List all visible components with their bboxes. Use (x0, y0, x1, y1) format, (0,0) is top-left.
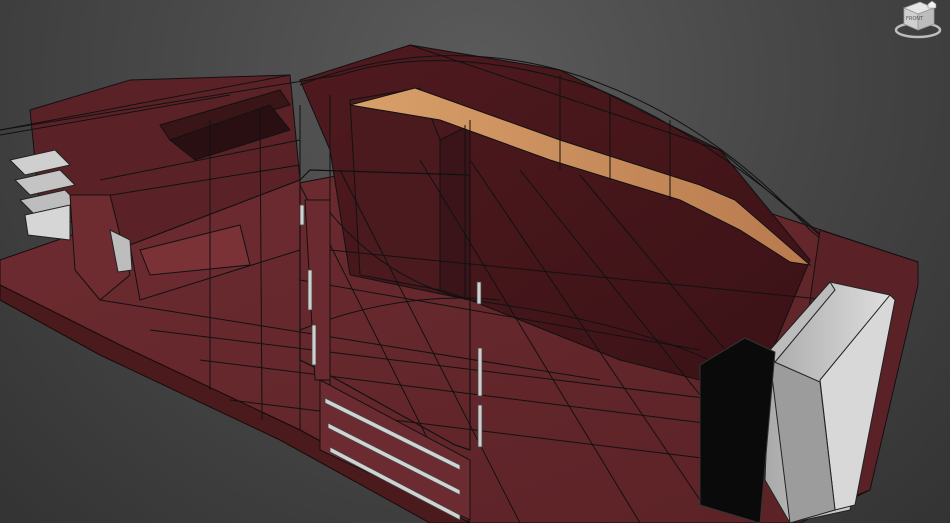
viewcube-home-icon[interactable] (927, 0, 937, 9)
scene-render (0, 44, 919, 523)
viewcube-face-label: FRONT (906, 16, 924, 22)
3d-viewport[interactable]: FRONT (0, 0, 950, 523)
viewcube-icon[interactable]: FRONT (892, 0, 944, 40)
